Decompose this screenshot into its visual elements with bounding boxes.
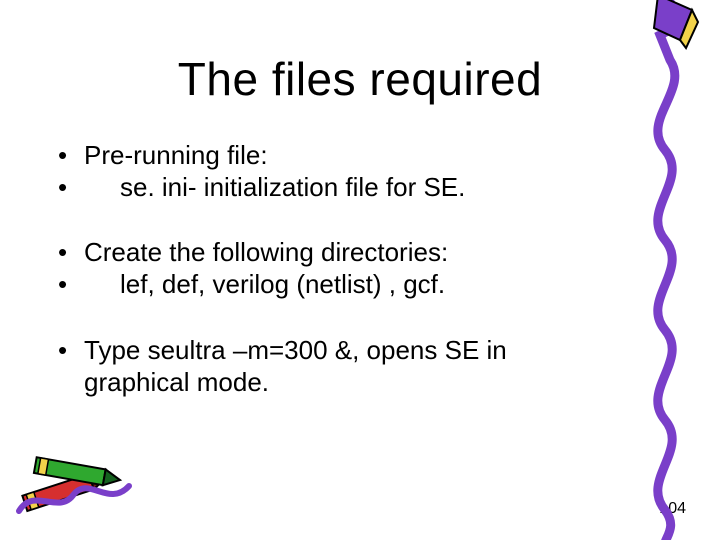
- slide-title: The files required: [0, 52, 720, 106]
- bullet-dot: •: [58, 140, 84, 172]
- bullet-item: • lef, def, verilog (netlist) , gcf.: [58, 269, 618, 301]
- spacer: [58, 301, 618, 335]
- slide-body: • Pre-running file: • se. ini- initializ…: [58, 140, 618, 398]
- bullet-item: • se. ini- initialization file for SE.: [58, 172, 618, 204]
- bullet-item: • Type seultra –m=300 &, opens SE in gra…: [58, 335, 618, 398]
- page-number: 104: [659, 500, 686, 518]
- slide: The files required • Pre-running file: •…: [0, 0, 720, 540]
- bullet-item: • Create the following directories:: [58, 237, 618, 269]
- bullet-text: Type seultra –m=300 &, opens SE in graph…: [84, 335, 618, 398]
- bullet-dot: •: [58, 269, 84, 301]
- bullet-text: Create the following directories:: [84, 237, 618, 269]
- bullet-dot: •: [58, 335, 84, 398]
- bullet-text: se. ini- initialization file for SE.: [84, 172, 618, 204]
- bullet-text: lef, def, verilog (netlist) , gcf.: [84, 269, 618, 301]
- bullet-item: • Pre-running file:: [58, 140, 618, 172]
- bullet-dot: •: [58, 172, 84, 204]
- bullet-text: Pre-running file:: [84, 140, 618, 172]
- crayons-decoration: [14, 416, 154, 526]
- bullet-dot: •: [58, 237, 84, 269]
- spacer: [58, 203, 618, 237]
